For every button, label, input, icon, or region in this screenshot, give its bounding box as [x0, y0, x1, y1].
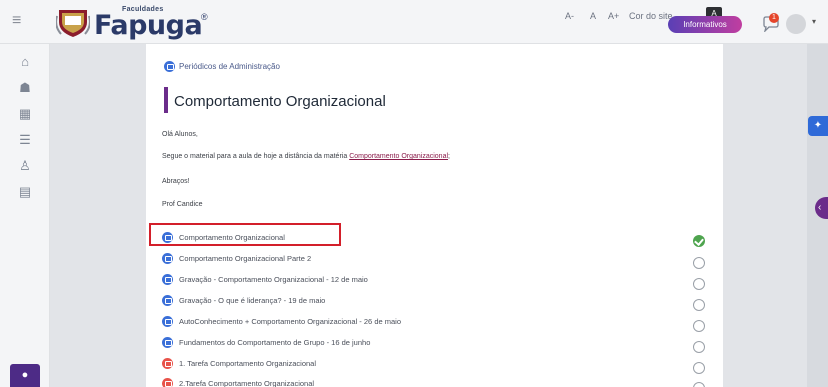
activity-label: 2.Tarefa Comportamento Organizacional	[179, 379, 315, 387]
hamburger-icon[interactable]: ≡	[12, 13, 28, 29]
signature-text: Prof Candice	[162, 201, 203, 208]
completion-checkbox[interactable]	[693, 362, 705, 374]
informativos-button[interactable]: Informativos	[668, 16, 742, 33]
info-icon[interactable]: ●	[10, 364, 40, 387]
activity-item[interactable]: AutoConhecimento + Comportamento Organiz…	[162, 316, 401, 332]
closing-text: Abraços!	[162, 178, 190, 185]
logo-text: Fapuga	[94, 10, 203, 41]
assignment-icon	[162, 378, 173, 387]
resource-icon	[162, 295, 173, 306]
font-decrease-button[interactable]: A-	[565, 11, 574, 21]
page-title: Comportamento Organizacional	[174, 93, 386, 110]
font-increase-button[interactable]: A+	[608, 11, 619, 21]
intro-text: Segue o material para a aula de hoje a d…	[162, 153, 450, 160]
completion-checkbox[interactable]	[693, 320, 705, 332]
activity-item[interactable]: Gravação - O que é liderança? - 19 de ma…	[162, 295, 325, 311]
intro-text-start: Segue o material para a aula de hoje a d…	[162, 153, 350, 160]
intro-text-end: ;	[448, 153, 450, 160]
activity-item[interactable]: Gravação - Comportamento Organizacional …	[162, 274, 368, 290]
breadcrumb-label: Periódicos de Administração	[179, 62, 280, 71]
activity-label: Comportamento Organizacional Parte 2	[179, 254, 312, 263]
greeting-text: Olá Alunos,	[162, 131, 198, 138]
activity-item[interactable]: Comportamento Organizacional	[162, 232, 285, 248]
crest-icon	[56, 10, 90, 37]
assignment-icon	[162, 358, 173, 369]
completion-checkbox[interactable]	[693, 382, 705, 387]
resource-icon	[162, 316, 173, 327]
calendar-icon[interactable]: ▦	[17, 106, 33, 122]
activity-label: Comportamento Organizacional	[179, 233, 285, 242]
completion-checkbox[interactable]	[693, 278, 705, 290]
resource-icon	[162, 232, 173, 243]
activity-label: Fundamentos do Comportamento de Grupo - …	[179, 338, 371, 347]
completion-checked-icon[interactable]	[693, 235, 705, 247]
breadcrumb[interactable]: Periódicos de Administração	[164, 61, 280, 72]
graduation-cap-icon[interactable]: ☗	[17, 80, 33, 96]
registered-mark: ®	[201, 12, 208, 22]
accessibility-icon[interactable]: ✦	[808, 116, 828, 136]
left-rail: ⌂ ☗ ▦ ☰ ♙ ▤ ●	[0, 44, 50, 387]
activity-label: AutoConhecimento + Comportamento Organiz…	[179, 317, 401, 326]
site-color-label: Cor do site	[629, 11, 673, 21]
activity-item[interactable]: Comportamento Organizacional Parte 2	[162, 253, 311, 269]
font-normal-button[interactable]: A	[590, 11, 596, 21]
logo[interactable]: Faculdades Fapuga ®	[56, 6, 216, 41]
users-icon[interactable]: ♙	[17, 158, 33, 174]
avatar[interactable]	[786, 14, 806, 34]
completion-checkbox[interactable]	[693, 341, 705, 353]
activity-label: Gravação - Comportamento Organizacional …	[179, 275, 368, 284]
resource-icon	[162, 337, 173, 348]
resource-icon	[162, 253, 173, 264]
activity-item[interactable]: 1. Tarefa Comportamento Organizacional	[162, 358, 316, 374]
left-gutter	[50, 44, 146, 387]
chevron-down-icon[interactable]: ▾	[812, 17, 816, 26]
resource-icon	[162, 274, 173, 285]
course-content: Periódicos de Administração Comportament…	[146, 44, 723, 387]
activity-item[interactable]: Fundamentos do Comportamento de Grupo - …	[162, 337, 370, 353]
activity-label: 1. Tarefa Comportamento Organizacional	[179, 359, 317, 368]
activity-item[interactable]: 2.Tarefa Comportamento Organizacional	[162, 378, 314, 387]
top-bar: ≡ Faculdades Fapuga ® A- A A+ Cor do sit…	[0, 0, 828, 44]
title-accent	[164, 87, 168, 113]
book-icon[interactable]: ▤	[17, 184, 33, 200]
list-icon[interactable]: ☰	[17, 132, 33, 148]
completion-checkbox[interactable]	[693, 299, 705, 311]
home-icon[interactable]: ⌂	[17, 54, 33, 70]
notification-badge: 1	[769, 13, 779, 23]
activity-label: Gravação - O que é liderança? - 19 de ma…	[179, 296, 326, 305]
completion-checkbox[interactable]	[693, 257, 705, 269]
resource-icon	[164, 61, 175, 72]
intro-link[interactable]: Comportamento Organizacional	[349, 153, 448, 160]
